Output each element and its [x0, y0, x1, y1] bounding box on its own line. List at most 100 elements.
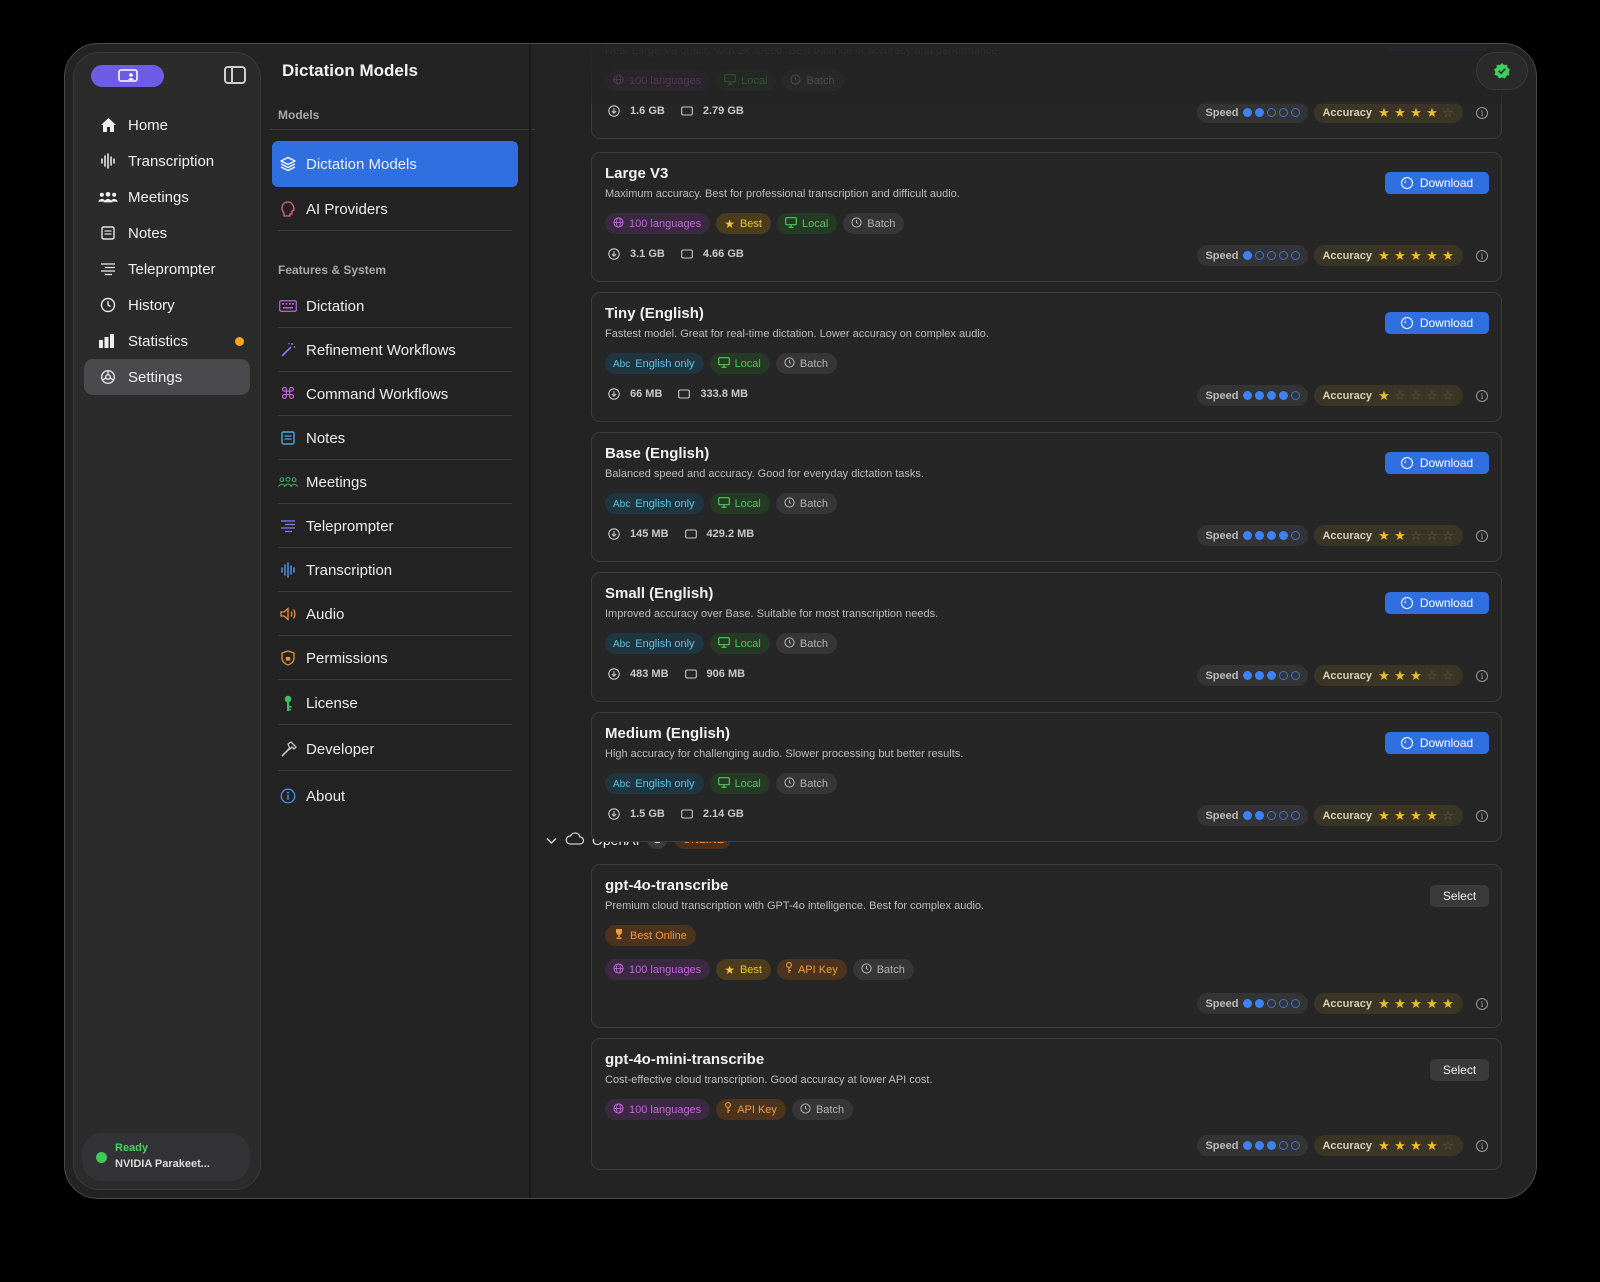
download-button[interactable]: Download	[1385, 452, 1489, 474]
memory-size: 2.79 GB	[702, 105, 744, 117]
model-name: gpt-4o-mini-transcribe	[605, 1051, 765, 1068]
model-card[interactable]: Tiny (English) Fastest model. Great for r…	[591, 292, 1502, 422]
download-button[interactable]: Download	[1385, 312, 1489, 334]
clock-icon	[784, 496, 795, 511]
batch-tag-label: Batch	[867, 217, 896, 230]
globe-icon	[613, 1102, 624, 1117]
settings-item-dictation[interactable]: Dictation	[272, 284, 518, 328]
api-key-tag: API Key	[776, 959, 847, 980]
sidebar-item-history[interactable]: History	[84, 287, 250, 323]
model-name: Large V3	[605, 165, 669, 182]
settings-item-notes[interactable]: Notes	[272, 416, 518, 460]
star-icon: ☆	[1410, 388, 1422, 403]
local-tag-label: Local	[734, 497, 761, 510]
settings-item-dictation-models[interactable]: Dictation Models	[272, 141, 518, 187]
star-icon: ★	[1426, 105, 1438, 120]
settings-item-permissions[interactable]: Permissions	[272, 636, 518, 680]
batch-tag: Batch	[775, 493, 837, 514]
download-button[interactable]: Download	[1385, 592, 1489, 614]
model-card[interactable]: Base (English) Balanced speed and accurac…	[591, 432, 1502, 562]
info-icon[interactable]: i	[1476, 810, 1488, 822]
select-button[interactable]: Select	[1430, 1059, 1489, 1081]
download-button[interactable]: Download	[1385, 732, 1489, 754]
accuracy-rating: Accuracy ★ ★ ★ ☆ ☆	[1314, 665, 1463, 686]
settings-item-transcription[interactable]: Transcription	[272, 548, 518, 592]
settings-item-ai-providers[interactable]: AI Providers	[272, 187, 518, 231]
notification-dot	[235, 337, 244, 346]
speed-dot	[1243, 391, 1253, 400]
settings-item-developer[interactable]: Developer	[272, 727, 518, 771]
star-icon: ★	[1394, 1138, 1406, 1153]
model-description: Balanced speed and accuracy. Good for ev…	[605, 468, 924, 480]
brain-icon	[278, 199, 298, 219]
speed-label: Speed	[1205, 106, 1239, 119]
star-icon: ★	[1426, 1138, 1438, 1153]
star-icon: ★	[1394, 808, 1406, 823]
settings-item-label: Notes	[306, 429, 346, 447]
model-card[interactable]: Large V3 TurboNear Large-V3 quality with…	[591, 44, 1502, 139]
model-card[interactable]: Small (English) Improved accuracy over Ba…	[591, 572, 1502, 702]
model-status-card[interactable]: Ready NVIDIA Parakeet...	[82, 1133, 250, 1181]
waveform-icon	[278, 560, 298, 580]
local-tag-label: Local	[741, 74, 768, 87]
accuracy-rating: Accuracy ★ ★ ☆ ☆ ☆	[1314, 525, 1463, 546]
star-icon: ☆	[1410, 528, 1422, 543]
info-icon[interactable]: i	[1476, 1140, 1488, 1152]
sidebar-item-notes[interactable]: Notes	[84, 215, 250, 251]
select-button[interactable]: Select	[1430, 885, 1489, 907]
accuracy-label: Accuracy	[1322, 106, 1372, 119]
speed-dot	[1267, 108, 1277, 117]
settings-item-audio[interactable]: Audio	[272, 592, 518, 636]
screen-record-button[interactable]	[91, 65, 164, 87]
settings-item-meetings[interactable]: Meetings	[272, 460, 518, 504]
info-icon[interactable]: i	[1476, 670, 1488, 682]
local-tag: Local	[776, 213, 838, 234]
settings-item-teleprompter[interactable]: Teleprompter	[272, 504, 518, 548]
accuracy-rating: Accuracy ★ ★ ★ ★ ☆	[1314, 102, 1463, 123]
settings-item-license[interactable]: License	[272, 681, 518, 725]
settings-item-about[interactable]: About	[272, 774, 518, 818]
sidebar-item-transcription[interactable]: Transcription	[84, 143, 250, 179]
model-card[interactable]: gpt-4o-transcribe Premium cloud transcrip…	[591, 864, 1502, 1028]
model-name: Small (English)	[605, 585, 714, 602]
batch-tag-label: Batch	[799, 777, 828, 790]
star-icon: ★	[1394, 668, 1406, 683]
model-list[interactable]: OpenAI 2 ONLINE Large V3 TurboNear Large…	[531, 44, 1536, 1198]
sidebar-item-settings[interactable]: Settings	[84, 359, 250, 395]
app-window: Home Transcription Meetings Notes Telepr…	[64, 43, 1537, 1199]
info-icon[interactable]: i	[1476, 390, 1488, 402]
sidebar-item-teleprompter[interactable]: Teleprompter	[84, 251, 250, 287]
download-button[interactable]: Download	[1385, 172, 1489, 194]
info-icon[interactable]: i	[1476, 250, 1488, 262]
chevron-down-icon[interactable]	[546, 832, 557, 848]
sidebar-item-statistics[interactable]: Statistics	[84, 323, 250, 359]
model-name: Base (English)	[605, 445, 710, 462]
sidebar-item-meetings[interactable]: Meetings	[84, 179, 250, 215]
house-icon	[98, 115, 118, 135]
best-online-tag-label: Best Online	[630, 929, 687, 942]
download-icon	[1400, 595, 1413, 609]
download-button[interactable]: Download	[1385, 44, 1489, 51]
download-icon	[1400, 455, 1413, 469]
settings-item-refinement-workflows[interactable]: Refinement Workflows	[272, 328, 518, 372]
settings-item-command-workflows[interactable]: ⌘ Command Workflows	[272, 372, 518, 416]
language-tag: 100 languages	[605, 70, 711, 91]
star-icon: ★	[1426, 996, 1438, 1011]
sidebar-item-home[interactable]: Home	[84, 107, 250, 143]
model-card[interactable]: gpt-4o-mini-transcribe Cost-effective clo…	[591, 1038, 1502, 1170]
security-status-button[interactable]	[1476, 52, 1528, 90]
info-icon[interactable]: i	[1476, 107, 1488, 119]
speed-dot	[1291, 531, 1301, 540]
sidebar-toggle-icon[interactable]	[224, 66, 246, 84]
abc-icon: Abc	[613, 498, 631, 510]
speed-dot	[1243, 108, 1253, 117]
speed-dot	[1243, 1141, 1253, 1150]
model-card[interactable]: Large V3 Maximum accuracy. Best for profe…	[591, 152, 1502, 282]
star-icon: ★	[1378, 248, 1390, 263]
info-icon[interactable]: i	[1476, 530, 1488, 542]
speed-dot	[1279, 999, 1289, 1008]
speed-dot	[1291, 671, 1301, 680]
memory-size: 333.8 MB	[700, 388, 749, 400]
info-icon[interactable]: i	[1476, 998, 1488, 1010]
model-card[interactable]: Medium (English) High accuracy for challe…	[591, 712, 1502, 842]
